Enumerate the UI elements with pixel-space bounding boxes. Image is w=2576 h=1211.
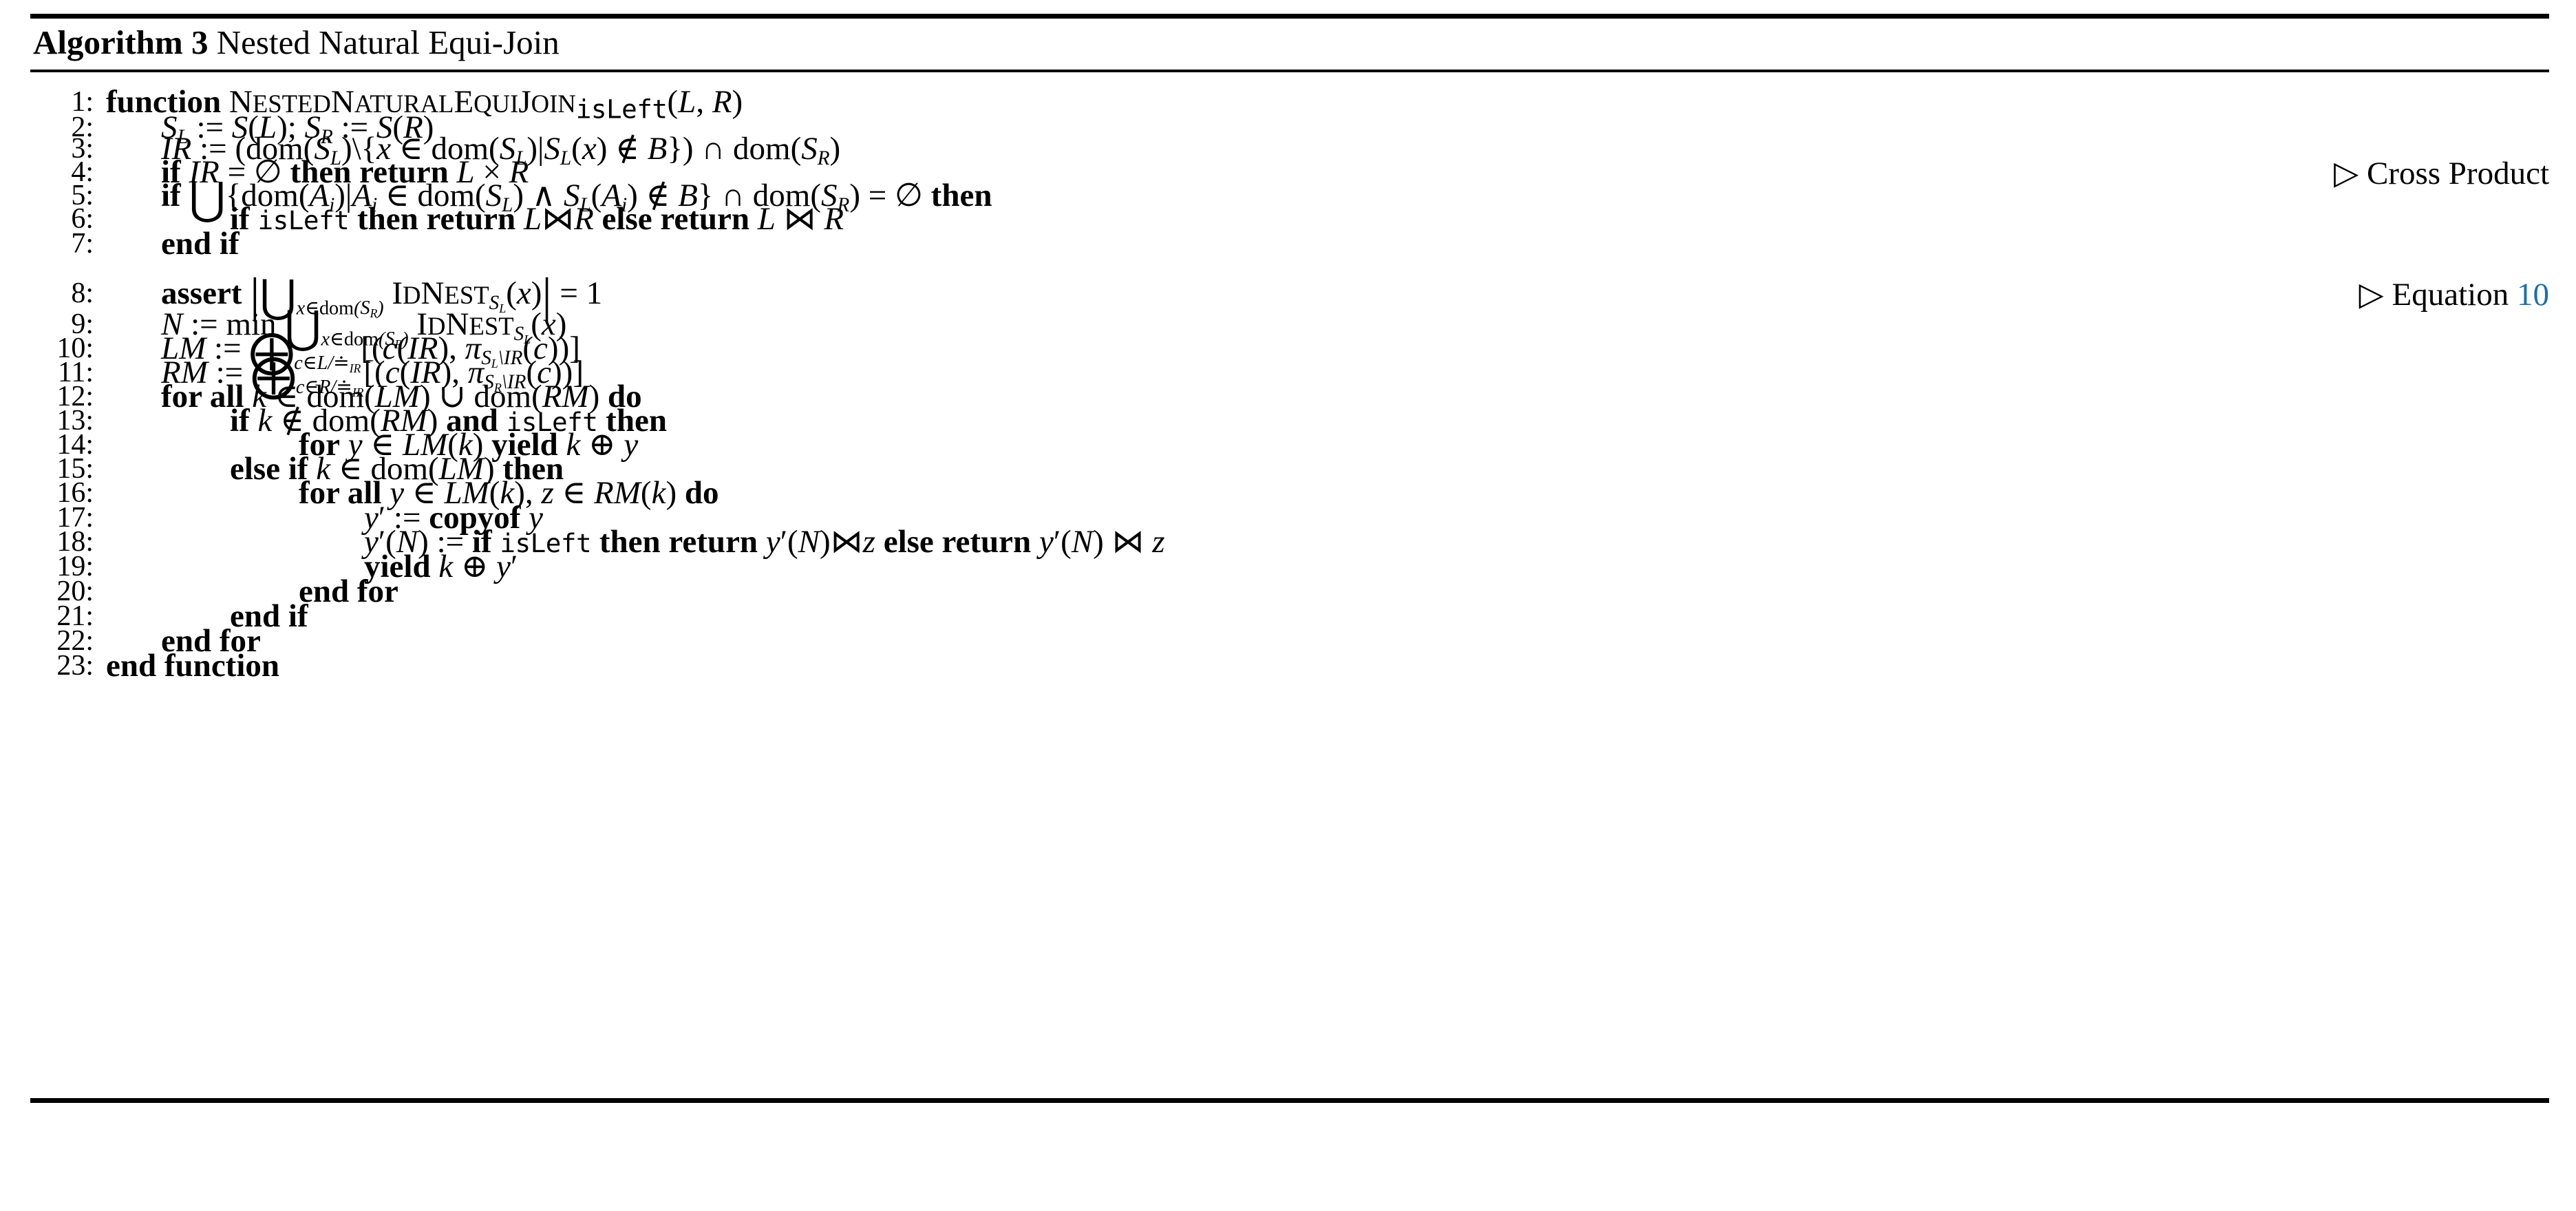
line-code: end for: [299, 573, 398, 609]
algorithm-caption: Algorithm 3 Nested Natural Equi-Join: [30, 19, 2549, 70]
line-comment-cross-product: ▷ Cross Product: [2334, 155, 2549, 191]
line-code: end function: [106, 647, 280, 684]
equation-reference-link[interactable]: 10: [2517, 277, 2549, 313]
caption-space: [209, 23, 217, 61]
line-comment-equation: ▷ Equation 10: [2359, 276, 2549, 313]
line-number: 7:: [71, 227, 94, 260]
algorithm-body: 1: function NESTEDNATURALEQUIJOINisLeft(…: [30, 72, 2549, 1098]
algorithm-title: Nested Natural Equi-Join: [216, 23, 560, 61]
line-code: end if: [161, 225, 239, 262]
algorithm-bottom-rule: [30, 1097, 2549, 1103]
algorithm-float: Algorithm 3 Nested Natural Equi-Join 1: …: [30, 14, 2549, 1103]
comment-equation-label: ▷ Equation: [2359, 276, 2509, 313]
line-number: 23:: [56, 649, 94, 682]
line-code: if isLeft then return L⋈R else return L …: [230, 200, 844, 237]
algorithm-label: Algorithm 3: [33, 23, 209, 61]
line-number: 8:: [71, 277, 94, 309]
caption-top-rule: [30, 14, 2549, 19]
